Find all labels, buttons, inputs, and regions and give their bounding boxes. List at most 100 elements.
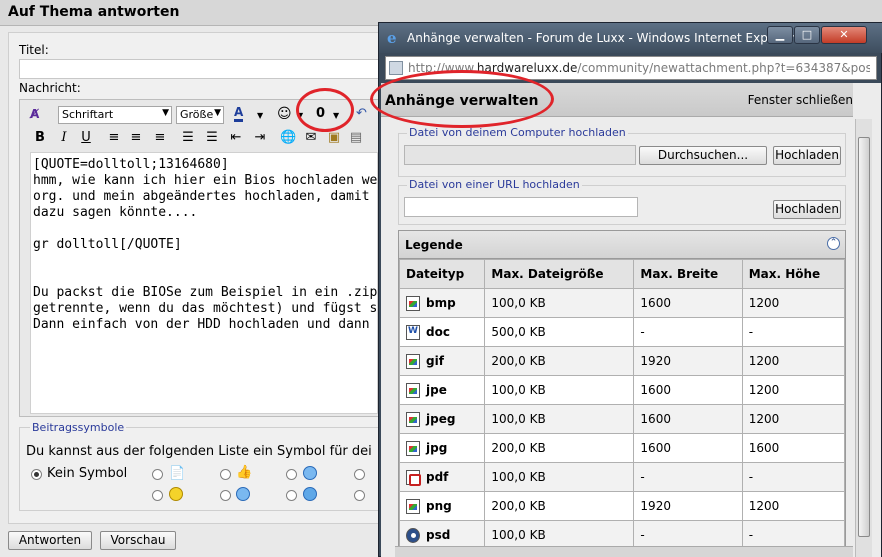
max-size-cell: 500,0 KB	[484, 317, 635, 347]
file-type-name: bmp	[426, 295, 456, 310]
table-row: png 200,0 KB 1920 1200	[398, 491, 846, 521]
editor-toolbar-bottom: B I U ≡ ≡ ≡ ☰ ☰ ⇤ ⇥ 🌐 ✉ ▣ ▤	[20, 127, 380, 149]
smiley-icon[interactable]: ☺	[277, 106, 292, 122]
insert-media-icon[interactable]: ▤	[348, 130, 364, 146]
post-icon-fieldset: Beitragssymbole Du kannst aus der folgen…	[19, 421, 379, 511]
post-icon-radio[interactable]	[286, 490, 297, 501]
table-row: jpeg 100,0 KB 1600 1200	[398, 404, 846, 434]
table-row: doc500,0 KB--	[398, 317, 846, 347]
post-icon-radio[interactable]	[220, 469, 231, 480]
collapse-icon[interactable]: ⌃	[827, 237, 840, 250]
unordered-list-icon[interactable]: ☰	[204, 130, 220, 146]
remove-format-icon[interactable]: A̸	[30, 106, 39, 122]
image-file-icon	[406, 353, 420, 369]
post-icon-radio[interactable]	[286, 469, 297, 480]
undo-icon[interactable]: ↶	[356, 106, 367, 122]
chevron-down-icon[interactable]: ▼	[257, 108, 263, 124]
max-height-cell: 1200	[741, 288, 846, 318]
post-icon-radio[interactable]	[354, 490, 365, 501]
max-height-cell: 1200	[741, 404, 846, 434]
vertical-scrollbar[interactable]	[855, 119, 872, 557]
align-right-icon[interactable]: ≡	[152, 130, 168, 146]
max-height-cell: 1200	[741, 491, 846, 521]
max-size-cell: 200,0 KB	[484, 491, 635, 521]
chevron-down-icon[interactable]: ▼	[333, 108, 339, 124]
max-size-cell: 100,0 KB	[484, 404, 635, 434]
indent-icon[interactable]: ⇥	[252, 130, 268, 146]
address-bar[interactable]: http://www.hardwareluxx.de/community/new…	[385, 56, 877, 80]
scrollbar-thumb[interactable]	[858, 137, 870, 537]
upload-url-button[interactable]: Hochladen	[773, 200, 841, 219]
upload-computer-button[interactable]: Hochladen	[773, 146, 841, 165]
browse-button[interactable]: Durchsuchen...	[639, 146, 767, 165]
file-type-name: doc	[426, 324, 450, 339]
close-window-link[interactable]: Fenster schließen	[748, 93, 853, 107]
italic-button[interactable]: I	[56, 130, 72, 146]
close-window-button[interactable]: ✕	[821, 26, 867, 44]
max-width-cell: -	[633, 462, 743, 492]
font-select[interactable]: Schriftart ▼	[58, 106, 172, 124]
table-row: bmp 100,0 KB 1600 1200	[398, 288, 846, 318]
max-height-cell: -	[741, 317, 846, 347]
preview-button[interactable]: Vorschau	[100, 531, 176, 550]
max-width-cell: 1920	[633, 491, 743, 521]
reply-button[interactable]: Antworten	[8, 531, 92, 550]
legend-panel: Legende ⌃ Dateityp Max. Dateigröße Max. …	[398, 230, 846, 557]
thumbs-up-icon: 👍	[236, 465, 253, 480]
file-type-rows: bmp100,0 KB16001200doc500,0 KB--gif200,0…	[398, 288, 846, 550]
image-file-icon	[406, 295, 420, 311]
legend-header[interactable]: Legende ⌃	[399, 231, 845, 259]
outdent-icon[interactable]: ⇤	[228, 130, 244, 146]
image-file-icon	[406, 498, 420, 514]
bold-button[interactable]: B	[32, 130, 48, 146]
horizontal-scrollbar[interactable]	[395, 546, 853, 557]
wink-smiley-icon	[303, 466, 317, 480]
max-height-cell: -	[741, 462, 846, 492]
max-size-cell: 100,0 KB	[484, 462, 635, 492]
minimize-button[interactable]: ▁	[767, 26, 793, 44]
message-label: Nachricht:	[19, 81, 81, 95]
ordered-list-icon[interactable]: ☰	[180, 130, 196, 146]
url-input[interactable]	[404, 197, 638, 217]
post-icon-legend: Beitragssymbole	[30, 421, 127, 434]
max-size-cell: 200,0 KB	[484, 346, 635, 376]
chevron-down-icon[interactable]: ▼	[297, 108, 303, 124]
file-type-name: gif	[426, 353, 444, 368]
max-width-cell: 1920	[633, 346, 743, 376]
post-icon-radio[interactable]	[354, 469, 365, 480]
max-width-cell: -	[633, 317, 743, 347]
upload-computer-legend: Datei von deinem Computer hochladen	[407, 126, 628, 139]
popup-titlebar[interactable]: e Anhänge verwalten - Forum de Luxx - Wi…	[379, 23, 882, 53]
maximize-button[interactable]: □	[794, 26, 820, 44]
post-icon-radio[interactable]	[152, 490, 163, 501]
chevron-down-icon: ▼	[162, 108, 169, 118]
no-symbol-radio[interactable]	[31, 469, 42, 480]
title-input[interactable]	[19, 59, 379, 79]
file-type-name: psd	[426, 527, 451, 542]
align-center-icon[interactable]: ≡	[128, 130, 144, 146]
upload-computer-fieldset: Datei von deinem Computer hochladen Durc…	[398, 126, 846, 177]
align-left-icon[interactable]: ≡	[106, 130, 122, 146]
table-row: jpe 100,0 KB 1600 1200	[398, 375, 846, 405]
document-icon: 📄	[169, 466, 186, 481]
font-color-icon[interactable]: A	[234, 106, 244, 122]
post-icon-instructions: Du kannst aus der folgenden Liste ein Sy…	[26, 444, 372, 459]
file-type-name: png	[426, 498, 452, 513]
insert-link-icon[interactable]: 🌐	[280, 130, 296, 146]
column-header-max-size: Max. Dateigröße	[484, 259, 635, 289]
image-file-icon	[406, 440, 420, 456]
insert-email-icon[interactable]: ✉	[303, 130, 319, 146]
size-select[interactable]: Größe ▼	[176, 106, 224, 124]
post-icon-radio[interactable]	[152, 469, 163, 480]
attachment-paperclip-icon[interactable]: 0	[316, 106, 325, 122]
no-symbol-label: Kein Symbol	[47, 466, 128, 481]
file-path-input[interactable]	[404, 145, 636, 165]
editor-toolbar-top: A̸ Schriftart ▼ Größe ▼ A ▼ ☺ ▼ 0 ▼ ↶	[20, 103, 380, 127]
post-icon-radio[interactable]	[220, 490, 231, 501]
insert-image-icon[interactable]: ▣	[326, 130, 342, 146]
message-textarea[interactable]: [QUOTE=dolltoll;13164680] hmm, wie kann …	[30, 152, 378, 414]
table-row: jpg 200,0 KB 1600 1600	[398, 433, 846, 463]
underline-button[interactable]: U	[78, 130, 94, 146]
image-file-icon	[406, 382, 420, 398]
max-width-cell: 1600	[633, 404, 743, 434]
